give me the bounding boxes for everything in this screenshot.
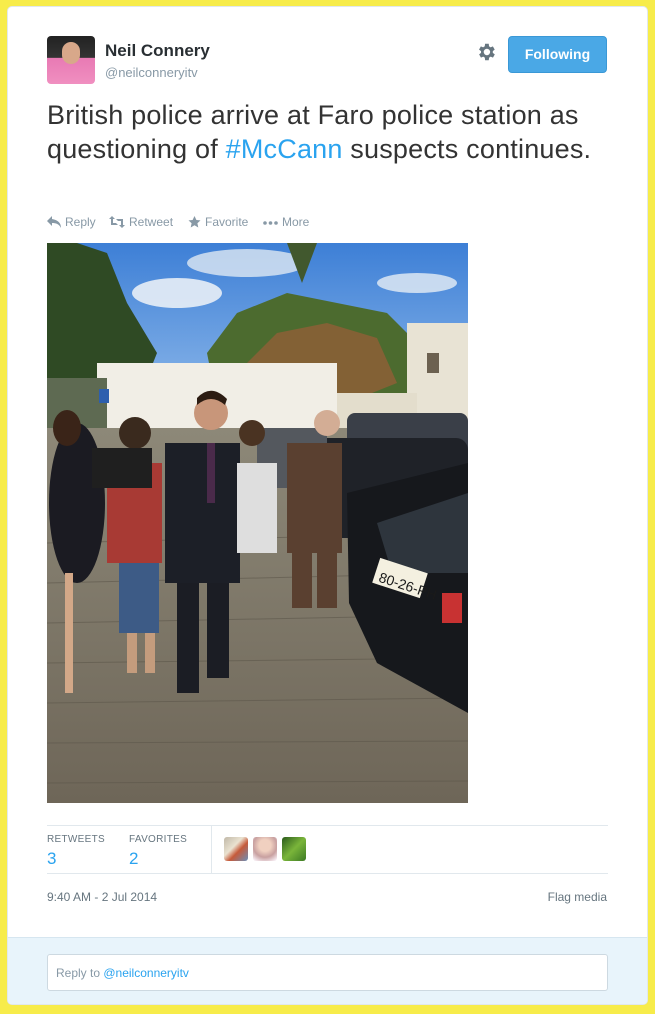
favorite-action[interactable]: Favorite xyxy=(188,215,248,229)
tweet-text: British police arrive at Faro police sta… xyxy=(47,98,607,166)
favorites-count: 2 xyxy=(129,849,139,868)
tweet-text-end: suspects continues. xyxy=(342,134,592,164)
retweets-label: RETWEETS xyxy=(47,834,105,845)
retweet-action[interactable]: Retweet xyxy=(109,215,173,229)
reply-input[interactable]: Reply to @neilconneryitv xyxy=(47,954,608,991)
tweet-stats: RETWEETS 3 FAVORITES 2 xyxy=(47,825,608,874)
tweet-photo[interactable]: 80-26-PH xyxy=(47,243,468,803)
reply-label: Reply xyxy=(65,215,96,229)
more-label: More xyxy=(282,215,310,229)
favoriter-avatar[interactable] xyxy=(224,837,248,861)
following-button[interactable]: Following xyxy=(508,36,607,73)
favorites-label: FAVORITES xyxy=(129,834,188,845)
photo-illustration: 80-26-PH xyxy=(47,243,468,803)
reply-prefix: Reply to xyxy=(56,966,104,980)
author-handle[interactable]: @neilconneryitv xyxy=(105,65,198,80)
more-icon xyxy=(263,221,278,225)
author-avatar[interactable] xyxy=(47,36,95,84)
author-name[interactable]: Neil Connery xyxy=(105,41,210,61)
reply-icon xyxy=(47,216,61,228)
hashtag-link[interactable]: #McCann xyxy=(226,134,343,164)
retweets-count: 3 xyxy=(47,849,57,868)
star-icon xyxy=(188,216,201,228)
favorites-stat[interactable]: FAVORITES 2 xyxy=(129,834,187,869)
tweet-card: Neil Connery @neilconneryitv Following B… xyxy=(7,6,648,1005)
gear-icon[interactable] xyxy=(475,41,497,63)
retweet-label: Retweet xyxy=(129,215,174,229)
reply-area: Reply to @neilconneryitv xyxy=(8,937,647,1004)
favorite-label: Favorite xyxy=(205,215,249,229)
reply-action[interactable]: Reply xyxy=(47,215,96,229)
flag-media-link[interactable]: Flag media xyxy=(548,890,607,904)
tweet-timestamp[interactable]: 9:40 AM - 2 Jul 2014 xyxy=(47,890,157,904)
retweets-stat[interactable]: RETWEETS 3 xyxy=(47,834,105,869)
stats-divider xyxy=(211,826,212,873)
reply-mention: @neilconneryitv xyxy=(103,966,189,980)
favoriter-avatar[interactable] xyxy=(253,837,277,861)
retweet-icon xyxy=(109,216,125,228)
avatar-face xyxy=(62,42,80,64)
tweet-header: Neil Connery @neilconneryitv Following xyxy=(47,36,609,86)
favoriter-avatar[interactable] xyxy=(282,837,306,861)
more-action[interactable]: More xyxy=(263,215,309,229)
